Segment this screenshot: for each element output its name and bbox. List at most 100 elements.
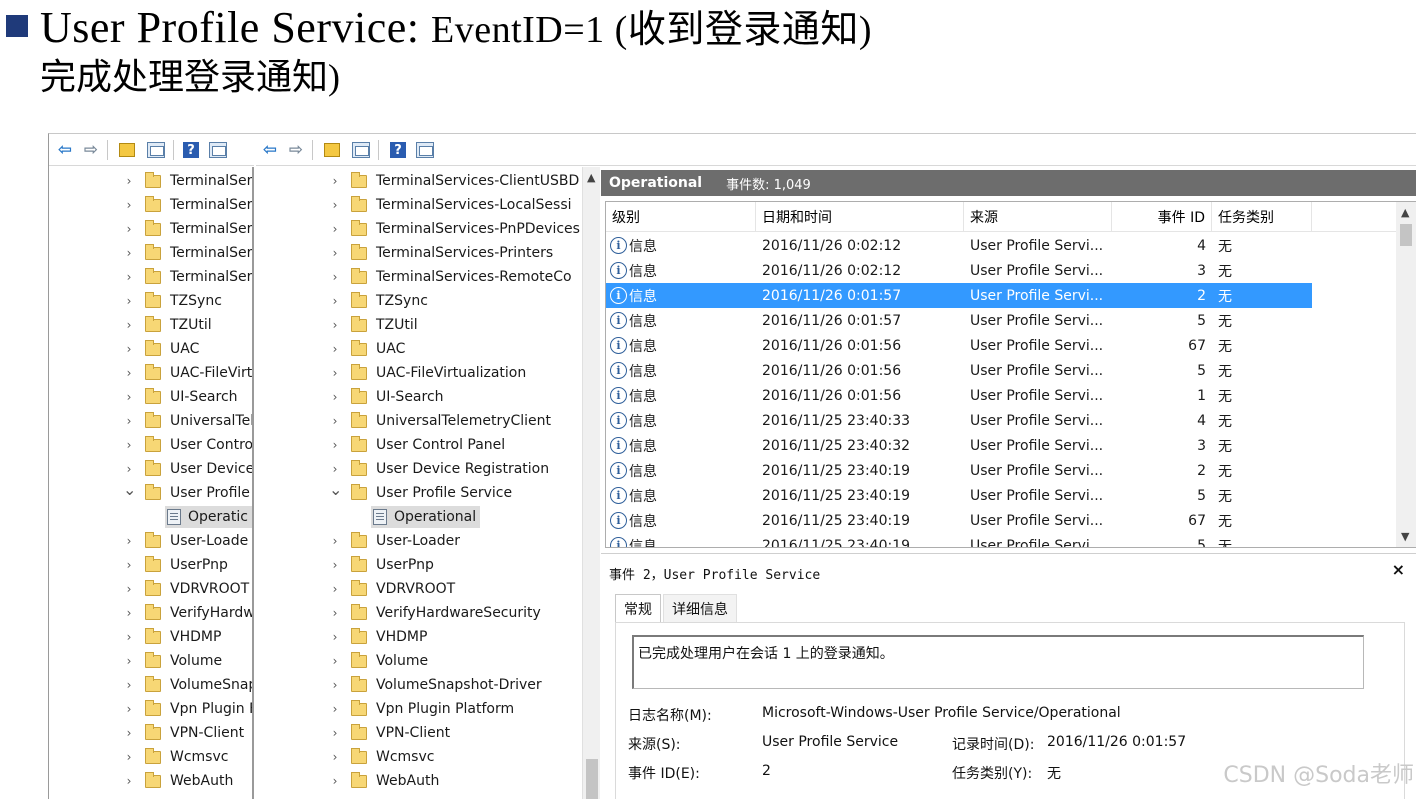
tree-item[interactable]: › UI-Search xyxy=(329,385,444,409)
scroll-thumb[interactable] xyxy=(1400,224,1412,246)
tab-general[interactable]: 常规 xyxy=(615,594,661,622)
tree-item[interactable]: › VerifyHardw xyxy=(123,601,252,625)
chevron-right-icon[interactable]: › xyxy=(123,270,135,284)
event-row-selected[interactable]: i 信息 2016/11/26 0:01:57 User Profile Servi.… xyxy=(606,283,1312,308)
tree-item[interactable]: › UI-Search xyxy=(123,385,238,409)
up-folder-icon[interactable] xyxy=(324,143,340,157)
tree-item[interactable]: › User Control Panel xyxy=(329,433,505,457)
tree-item[interactable]: › User-Loader xyxy=(329,529,460,553)
column-header-date[interactable]: 日期和时间 xyxy=(756,202,964,232)
tree-item[interactable]: ⌄ User Profile Service xyxy=(329,480,512,505)
chevron-right-icon[interactable]: › xyxy=(123,246,135,260)
chevron-right-icon[interactable]: › xyxy=(123,342,135,356)
tree-item[interactable]: › TerminalSer xyxy=(123,241,252,265)
chevron-right-icon[interactable]: › xyxy=(123,630,135,644)
show-hide-pane-icon[interactable] xyxy=(352,142,370,158)
tree-item[interactable]: › WebAuth xyxy=(329,769,439,793)
event-message[interactable]: 已完成处理用户在会话 1 上的登录通知。 xyxy=(632,635,1364,689)
chevron-right-icon[interactable]: › xyxy=(123,558,135,572)
tab-details[interactable]: 详细信息 xyxy=(663,594,737,622)
scroll-up-icon[interactable]: ▲ xyxy=(587,171,595,184)
tree-item[interactable]: › TZUtil xyxy=(329,313,418,337)
scroll-down-icon[interactable]: ▼ xyxy=(1401,530,1409,543)
tree-item[interactable]: › WebAuth xyxy=(123,769,233,793)
chevron-right-icon[interactable]: › xyxy=(123,390,135,404)
event-list-scrollbar[interactable]: ▲ ▼ xyxy=(1396,202,1416,547)
tree-item[interactable]: › TerminalServices-ClientUSBD xyxy=(329,169,579,193)
selected-tree-item[interactable]: Operatic xyxy=(165,506,252,528)
event-row[interactable]: i 信息 2016/11/25 23:40:19 User Profile Servi… xyxy=(606,533,1312,547)
navigation-tree-left[interactable]: › TerminalSer › TerminalSer › TerminalSer › Ter… xyxy=(49,167,254,799)
tree-item[interactable]: › Volume xyxy=(123,649,222,673)
chevron-right-icon[interactable]: › xyxy=(329,246,341,260)
tree-item[interactable]: › VHDMP xyxy=(329,625,427,649)
chevron-right-icon[interactable]: › xyxy=(123,174,135,188)
tree-item[interactable]: › UAC xyxy=(329,337,405,361)
back-arrow-icon[interactable]: ⇦ xyxy=(260,140,280,160)
chevron-right-icon[interactable]: › xyxy=(329,222,341,236)
chevron-right-icon[interactable]: › xyxy=(123,606,135,620)
tree-item[interactable]: › UAC-FileVirtualization xyxy=(329,361,526,385)
chevron-right-icon[interactable]: › xyxy=(329,750,341,764)
show-hide-action-pane-icon[interactable] xyxy=(209,142,227,158)
chevron-right-icon[interactable]: › xyxy=(329,462,341,476)
chevron-right-icon[interactable]: › xyxy=(329,702,341,716)
tree-item[interactable]: › TerminalServices-Printers xyxy=(329,241,553,265)
event-row[interactable]: i 信息 2016/11/25 23:40:32 User Profile Servi… xyxy=(606,433,1312,458)
chevron-right-icon[interactable]: › xyxy=(329,318,341,332)
close-icon[interactable]: × xyxy=(1392,560,1405,579)
chevron-right-icon[interactable]: › xyxy=(329,390,341,404)
tree-item[interactable]: › VDRVROOT xyxy=(123,577,249,601)
event-row[interactable]: i 信息 2016/11/25 23:40:19 User Profile Servi… xyxy=(606,508,1312,533)
chevron-right-icon[interactable]: › xyxy=(329,630,341,644)
tree-item[interactable]: › UserPnp xyxy=(123,553,228,577)
tree-item[interactable]: › TerminalServices-LocalSessi xyxy=(329,193,572,217)
scroll-thumb[interactable] xyxy=(586,759,598,799)
tree-item[interactable]: › TerminalServices-RemoteCo xyxy=(329,265,572,289)
chevron-right-icon[interactable]: › xyxy=(329,726,341,740)
chevron-right-icon[interactable]: › xyxy=(329,606,341,620)
forward-arrow-icon[interactable]: ⇨ xyxy=(286,140,306,160)
chevron-right-icon[interactable]: › xyxy=(123,318,135,332)
chevron-right-icon[interactable]: › xyxy=(123,582,135,596)
chevron-right-icon[interactable]: › xyxy=(329,582,341,596)
chevron-right-icon[interactable]: › xyxy=(329,534,341,548)
tree-item[interactable]: › Wcmsvc xyxy=(123,745,228,769)
event-row[interactable]: i 信息 2016/11/25 23:40:19 User Profile Servi… xyxy=(606,458,1312,483)
chevron-right-icon[interactable]: › xyxy=(329,678,341,692)
chevron-right-icon[interactable]: › xyxy=(123,294,135,308)
chevron-right-icon[interactable]: › xyxy=(123,438,135,452)
tree-item-log[interactable]: Operational xyxy=(371,505,481,529)
chevron-right-icon[interactable]: › xyxy=(329,342,341,356)
tree-item[interactable]: › TZSync xyxy=(123,289,222,313)
chevron-right-icon[interactable]: › xyxy=(123,198,135,212)
chevron-right-icon[interactable]: › xyxy=(123,750,135,764)
tree-item[interactable]: › Volume xyxy=(329,649,428,673)
chevron-right-icon[interactable]: › xyxy=(123,654,135,668)
chevron-down-icon[interactable]: ⌄ xyxy=(123,480,136,499)
up-folder-icon[interactable] xyxy=(119,143,135,157)
tree-item[interactable]: › TZSync xyxy=(329,289,428,313)
event-row[interactable]: i 信息 2016/11/26 0:01:56 User Profile Servi.… xyxy=(606,333,1312,358)
back-arrow-icon[interactable]: ⇦ xyxy=(55,140,75,160)
tree-item[interactable]: › UserPnp xyxy=(329,553,434,577)
chevron-right-icon[interactable]: › xyxy=(329,654,341,668)
tree-item[interactable]: › User Contro xyxy=(123,433,252,457)
column-header-level[interactable]: 级别 xyxy=(606,202,756,232)
tree-item[interactable]: › TerminalServices-PnPDevices xyxy=(329,217,580,241)
event-list[interactable]: 级别 日期和时间 来源 事件 ID 任务类别 i 信息 2016/11/26 0:0… xyxy=(605,201,1416,548)
chevron-right-icon[interactable]: › xyxy=(123,534,135,548)
tree-item-log[interactable]: Operatic xyxy=(165,505,252,529)
tree-item[interactable]: › TerminalSer xyxy=(123,169,252,193)
help-icon[interactable]: ? xyxy=(183,142,199,158)
tree-item[interactable]: › User Device xyxy=(123,457,252,481)
event-row[interactable]: i 信息 2016/11/26 0:02:12 User Profile Servi.… xyxy=(606,258,1312,283)
chevron-right-icon[interactable]: › xyxy=(329,414,341,428)
chevron-right-icon[interactable]: › xyxy=(123,774,135,788)
chevron-right-icon[interactable]: › xyxy=(123,462,135,476)
tree-item[interactable]: › TZUtil xyxy=(123,313,212,337)
event-row[interactable]: i 信息 2016/11/26 0:01:57 User Profile Servi.… xyxy=(606,308,1312,333)
tree-item[interactable]: › UniversalTelemetryClient xyxy=(329,409,551,433)
tree-item[interactable]: › VerifyHardwareSecurity xyxy=(329,601,541,625)
tree-item[interactable]: › User Device Registration xyxy=(329,457,549,481)
